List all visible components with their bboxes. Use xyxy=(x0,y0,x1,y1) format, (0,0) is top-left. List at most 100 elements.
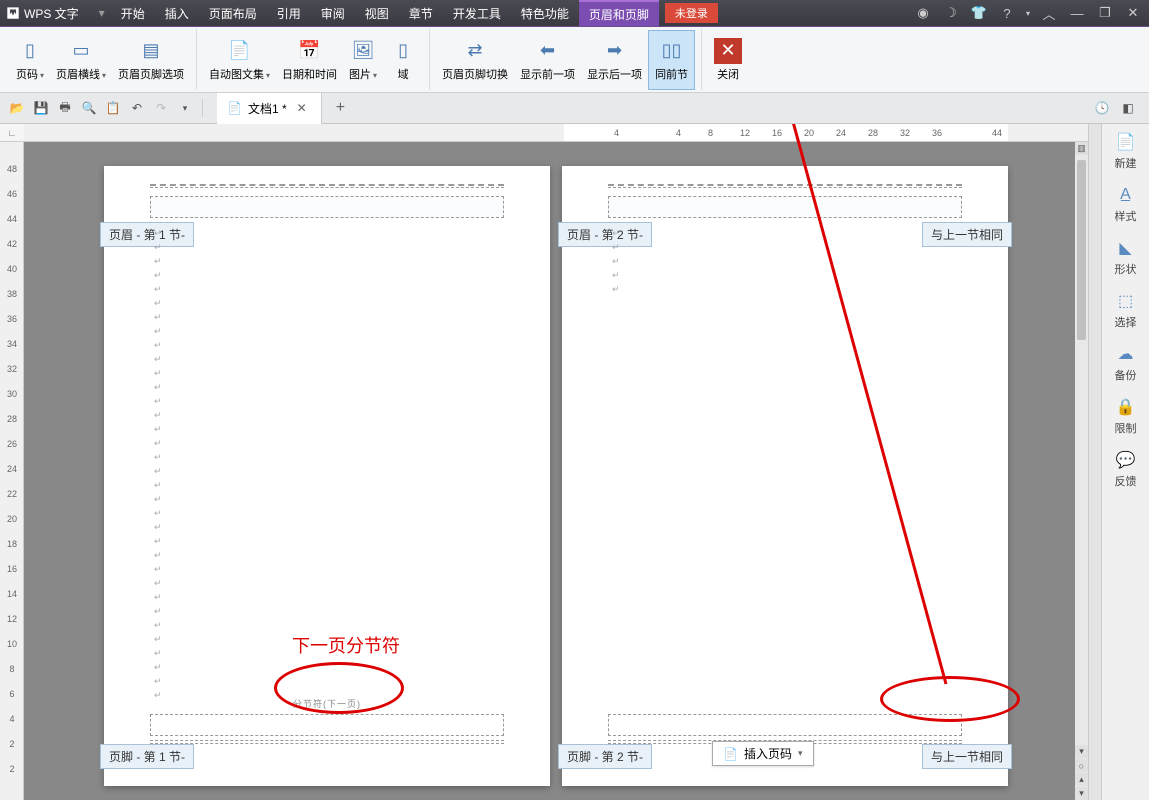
page2-footer-zone[interactable] xyxy=(608,714,962,736)
side-shape-label: 形状 xyxy=(1115,261,1137,277)
collapse-ribbon-icon[interactable]: ︿ xyxy=(1037,1,1061,25)
paste-icon[interactable]: 📋 xyxy=(102,97,124,119)
scroll-select-icon[interactable]: ○ xyxy=(1075,759,1088,772)
field-button[interactable]: ▯ 域 xyxy=(383,30,423,90)
add-tab-icon[interactable]: + xyxy=(324,99,357,117)
style-icon: A̲ xyxy=(1116,185,1136,205)
scroll-pane-split-icon[interactable]: ▥ xyxy=(1075,142,1088,155)
moon-icon[interactable]: ☽ xyxy=(939,1,963,25)
print-icon[interactable]: 🖶 xyxy=(54,97,76,119)
document-tab[interactable]: 📄 文档1 * ✕ xyxy=(217,93,322,124)
skin-icon[interactable]: 👕 xyxy=(967,1,991,25)
pagecode-button[interactable]: ▯ 页码▾ xyxy=(10,30,50,90)
autotext-icon: 📄 xyxy=(226,38,254,64)
tab-special[interactable]: 特色功能 xyxy=(511,0,579,26)
print-preview-icon[interactable]: 🔍 xyxy=(78,97,100,119)
scroll-prev-page-icon[interactable]: ▴ xyxy=(1075,773,1088,786)
hruler-tick: 12 xyxy=(740,128,750,138)
side-new[interactable]: 📄新建 xyxy=(1115,132,1137,171)
datetime-button[interactable]: 📅 日期和时间 xyxy=(276,30,343,90)
scroll-down-icon[interactable]: ▾ xyxy=(1075,745,1088,758)
open-icon[interactable]: 📂 xyxy=(6,97,28,119)
vruler-tick: 32 xyxy=(4,364,20,374)
vruler-tick: 34 xyxy=(4,339,20,349)
side-backup[interactable]: ☁ 备份 xyxy=(1115,344,1137,383)
scroll-next-page-icon[interactable]: ▾ xyxy=(1075,787,1088,800)
switch-button[interactable]: ⇄ 页眉页脚切换 xyxy=(436,30,514,90)
close-hf-button[interactable]: ✕ 关闭 xyxy=(708,30,748,90)
side-style[interactable]: A̲样式 xyxy=(1115,185,1137,224)
picture-button[interactable]: 🖼 图片▾ xyxy=(343,30,383,90)
page1-footer-zone[interactable] xyxy=(150,714,504,736)
insert-pagenum-icon: 📄 xyxy=(723,747,738,761)
vruler-tick: 8 xyxy=(4,664,20,674)
help-dropdown-icon[interactable]: ▾ xyxy=(1023,1,1033,25)
ribbon-group-1: ▯ 页码▾ ▭ 页眉横线▾ ▤ 页眉页脚选项 xyxy=(4,29,197,90)
prev-button[interactable]: ⬅ 显示前一项 xyxy=(514,30,581,90)
clock-icon[interactable]: 🕓 xyxy=(1091,97,1113,119)
shape-icon: ◣ xyxy=(1116,238,1136,258)
side-backup-label: 备份 xyxy=(1115,367,1137,383)
ruler-corner: ∟ xyxy=(0,124,24,142)
help-icon[interactable]: ? xyxy=(995,1,1019,25)
page2-footer-same-tag: 与上一节相同 xyxy=(922,744,1012,769)
page1-footer-tag: 页脚 - 第 1 节- xyxy=(100,744,194,769)
qat-more-icon[interactable]: ▾ xyxy=(174,97,196,119)
right-sidebar: 📄新建 A̲样式 ◣ 形状 ⬚ 选择 ☁ 备份 🔒限制 💬反馈 xyxy=(1101,124,1149,800)
page2-header-zone[interactable] xyxy=(608,196,962,218)
side-select-label: 选择 xyxy=(1115,314,1137,330)
vruler-tick: 4 xyxy=(4,714,20,724)
backup-icon: ☁ xyxy=(1116,344,1136,364)
panel-icon[interactable]: ◧ xyxy=(1117,97,1139,119)
side-shape[interactable]: ◣ 形状 xyxy=(1115,238,1137,277)
page-1: 页眉 - 第 1 节- ↵↵↵↵↵↵↵↵↵↵↵↵↵↵↵↵↵↵↵↵↵↵↵↵↵↵↵↵… xyxy=(104,166,550,786)
header-line-button[interactable]: ▭ 页眉横线▾ xyxy=(50,30,112,90)
insert-pagenum-label: 插入页码 xyxy=(744,745,792,762)
side-feedback[interactable]: 💬反馈 xyxy=(1115,450,1137,489)
header-footer-opts-label: 页眉页脚选项 xyxy=(118,66,184,82)
save-icon[interactable]: 💾 xyxy=(30,97,52,119)
horizontal-ruler: 4481216202428323644 xyxy=(24,124,1088,142)
same-prev-button[interactable]: ▯▯ 同前节 xyxy=(648,30,695,90)
doc-icon: 📄 xyxy=(227,101,242,115)
document-canvas[interactable]: 4481216202428323644 页眉 - 第 1 节- ↵↵↵↵↵↵↵↵… xyxy=(24,124,1088,800)
tab-insert[interactable]: 插入 xyxy=(155,0,199,26)
doc-tab-close-icon[interactable]: ✕ xyxy=(293,101,311,115)
side-limit-label: 限制 xyxy=(1115,420,1137,436)
page1-paragraph-marks: ↵↵↵↵↵↵↵↵↵↵↵↵↵↵↵↵↵↵↵↵↵↵↵↵↵↵↵↵↵↵↵↵↵↵ xyxy=(154,226,162,702)
tab-pagelayout[interactable]: 页面布局 xyxy=(199,0,267,26)
field-icon: ▯ xyxy=(389,38,417,64)
undo-icon[interactable]: ↶ xyxy=(126,97,148,119)
tab-reference[interactable]: 引用 xyxy=(267,0,311,26)
side-limit[interactable]: 🔒限制 xyxy=(1115,397,1137,436)
insert-pagenum-button[interactable]: 📄 插入页码 ▾ xyxy=(712,741,814,766)
app-name: WPS 文字 xyxy=(24,5,87,22)
close-hf-icon: ✕ xyxy=(714,38,742,64)
vruler-tick: 18 xyxy=(4,539,20,549)
sync-icon[interactable]: ◉ xyxy=(911,1,935,25)
page1-header-zone[interactable] xyxy=(150,196,504,218)
titlebar-right: ◉ ☽ 👕 ? ▾ ︿ — ❐ ✕ xyxy=(911,1,1149,25)
redo-icon[interactable]: ↷ xyxy=(150,97,172,119)
autotext-button[interactable]: 📄 自动图文集▾ xyxy=(203,30,276,90)
header-footer-opts-button[interactable]: ▤ 页眉页脚选项 xyxy=(112,30,190,90)
tab-review[interactable]: 审阅 xyxy=(311,0,355,26)
select-icon: ⬚ xyxy=(1116,291,1136,311)
tab-section[interactable]: 章节 xyxy=(399,0,443,26)
scroll-thumb[interactable] xyxy=(1077,160,1086,340)
restore-icon[interactable]: ❐ xyxy=(1093,1,1117,25)
tab-header-footer[interactable]: 页眉和页脚 xyxy=(579,0,659,26)
next-button[interactable]: ➡ 显示后一项 xyxy=(581,30,648,90)
minimize-icon[interactable]: — xyxy=(1065,1,1089,25)
login-badge[interactable]: 未登录 xyxy=(665,3,718,23)
close-window-icon[interactable]: ✕ xyxy=(1121,1,1145,25)
hruler-tick: 4 xyxy=(676,128,681,138)
datetime-icon: 📅 xyxy=(296,38,324,64)
side-select[interactable]: ⬚ 选择 xyxy=(1115,291,1137,330)
vertical-scrollbar[interactable]: ▥ ▾ ○ ▴ ▾ xyxy=(1075,142,1088,800)
tab-devtools[interactable]: 开发工具 xyxy=(443,0,511,26)
same-prev-label: 同前节 xyxy=(655,66,688,82)
app-dropdown-icon[interactable]: ▾ xyxy=(93,6,111,20)
tab-start[interactable]: 开始 xyxy=(111,0,155,26)
tab-view[interactable]: 视图 xyxy=(355,0,399,26)
